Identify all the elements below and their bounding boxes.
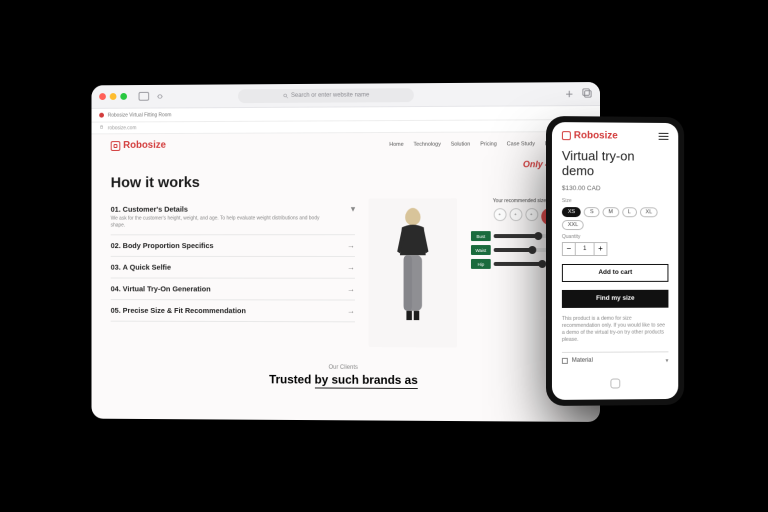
arrow-right-icon: → [347, 285, 355, 294]
maximize-window-icon[interactable] [120, 93, 127, 100]
nav-home[interactable]: Home [389, 141, 403, 147]
chevron-down-icon: ▾ [665, 357, 668, 364]
back-forward-icon[interactable]: ‹ › [157, 90, 161, 102]
product-price: $130.00 CAD [562, 185, 669, 192]
qty-plus-button[interactable]: + [594, 242, 608, 256]
arrow-right-icon: → [347, 306, 355, 315]
size-selector: XS S M L XL [562, 207, 669, 217]
clients-eyebrow: Our Clients [111, 364, 580, 372]
person-silhouette-icon [385, 203, 440, 342]
size-chip-xs[interactable]: XS [562, 207, 581, 217]
address-text: robosize.com [108, 125, 137, 131]
close-window-icon[interactable] [99, 93, 106, 100]
chevron-down-icon: ▾ [351, 204, 355, 213]
mobile-header: Robosize [552, 122, 678, 146]
avatar-option[interactable]: ⚬ [509, 208, 522, 221]
size-chip-xxl[interactable]: XXL [562, 220, 584, 230]
page-content: Only 4 Steps! How it works 01. Customer'… [92, 153, 600, 398]
search-icon [282, 92, 288, 98]
step-4[interactable]: 04. Virtual Try-On Generation→ [111, 278, 355, 300]
size-label: Size [562, 198, 669, 204]
arrow-right-icon: → [347, 241, 355, 250]
new-tab-icon[interactable]: + [566, 87, 574, 100]
step-caption: We ask for the customer's height, weight… [111, 215, 331, 228]
add-to-cart-button[interactable]: Add to cart [562, 264, 669, 282]
device-home-button-icon[interactable] [610, 378, 620, 388]
find-my-size-button[interactable]: Find my size [562, 290, 669, 308]
tab-title[interactable]: Robosize Virtual Fitting Room [108, 112, 172, 118]
qty-minus-button[interactable]: − [562, 242, 576, 256]
material-accordion[interactable]: Material ▾ [562, 351, 669, 365]
site-header: Robosize Home Technology Solution Pricin… [92, 132, 600, 155]
nav-pricing[interactable]: Pricing [480, 141, 497, 147]
step-2[interactable]: 02. Body Proportion Specifics→ [111, 235, 355, 257]
nav-technology[interactable]: Technology [413, 141, 440, 147]
mobile-device-frame: Robosize Virtual try-on demo $130.00 CAD… [546, 116, 684, 406]
sidebar-toggle-icon[interactable] [139, 92, 150, 101]
size-chip-m[interactable]: M [603, 207, 619, 217]
mobile-brand-logo[interactable]: Robosize [562, 130, 618, 141]
logo-mark-icon [562, 131, 571, 140]
minimize-window-icon[interactable] [110, 93, 117, 100]
clients-section: Our Clients Trusted by such brands as [111, 364, 580, 388]
size-chip-l[interactable]: L [622, 207, 637, 217]
square-bullet-icon [562, 358, 568, 364]
nav-case-study[interactable]: Case Study [507, 141, 535, 147]
size-chip-xl[interactable]: XL [640, 207, 658, 217]
size-chip-s[interactable]: S [584, 207, 600, 217]
model-figure [369, 198, 457, 347]
avatar-option[interactable]: ⚬ [493, 208, 506, 221]
logo-mark-icon [111, 141, 121, 151]
step-5[interactable]: 05. Precise Size & Fit Recommendation→ [111, 300, 355, 322]
mobile-screen: Robosize Virtual try-on demo $130.00 CAD… [552, 122, 678, 400]
hamburger-menu-icon[interactable] [659, 132, 669, 140]
desktop-browser-window: ‹ › Search or enter website name + Robos… [92, 82, 600, 422]
quantity-label: Quantity [562, 234, 669, 240]
lock-icon [99, 125, 104, 132]
browser-chrome: ‹ › Search or enter website name + [92, 82, 600, 109]
product-title: Virtual try-on demo [562, 149, 669, 179]
brand-logo[interactable]: Robosize [111, 140, 166, 151]
section-title: How it works [111, 173, 580, 191]
omnibox[interactable]: Search or enter website name [238, 88, 414, 103]
brand-name: Robosize [123, 140, 166, 151]
quantity-stepper: − 1 + [562, 242, 669, 256]
arrow-right-icon: → [347, 263, 355, 272]
demo-disclaimer: This product is a demo for size recommen… [562, 315, 669, 343]
qty-value: 1 [576, 242, 594, 256]
clients-heading: Trusted by such brands as [111, 372, 580, 388]
omnibox-placeholder: Search or enter website name [291, 92, 369, 98]
avatar-option[interactable]: ⚬ [525, 208, 538, 221]
step-1[interactable]: 01. Customer's Details▾ We ask for the c… [111, 199, 355, 236]
favicon-icon [99, 113, 104, 118]
nav-solution[interactable]: Solution [451, 141, 471, 147]
traffic-lights[interactable] [99, 93, 127, 100]
steps-list: 01. Customer's Details▾ We ask for the c… [111, 199, 355, 348]
step-3[interactable]: 03. A Quick Selfie→ [111, 257, 355, 279]
tab-overview-icon[interactable] [581, 87, 592, 100]
